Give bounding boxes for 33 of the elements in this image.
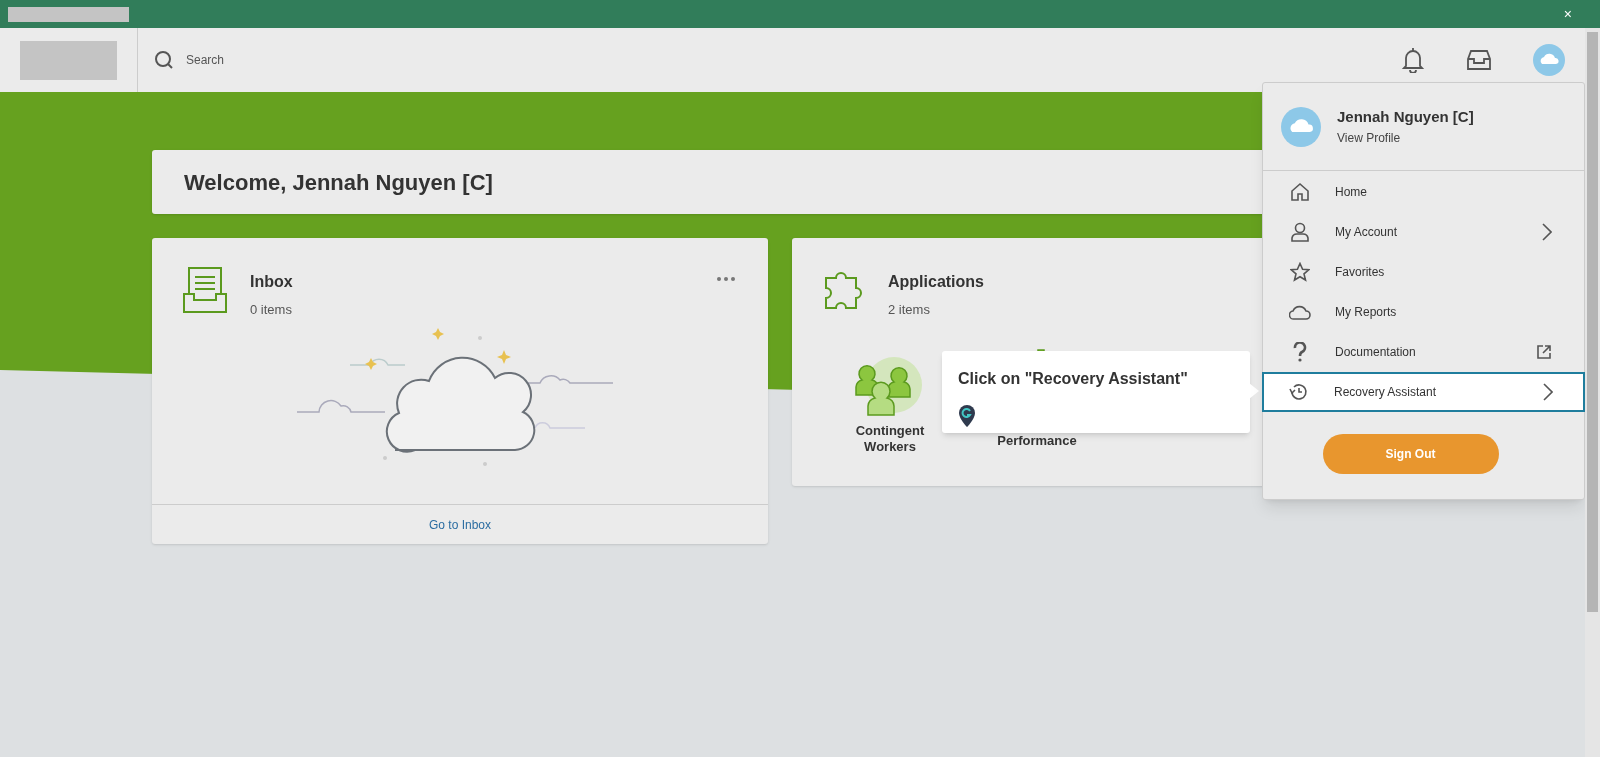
profile-name: Jennah Nguyen [C] (1337, 107, 1474, 128)
inbox-icon[interactable] (1466, 49, 1492, 71)
menu-item[interactable]: My Account (1263, 212, 1584, 252)
person-icon (1290, 222, 1310, 242)
location-pin-icon (958, 404, 976, 428)
avatar-icon (1281, 106, 1321, 147)
more-icon[interactable] (716, 276, 736, 282)
home-icon (1290, 182, 1310, 202)
close-button[interactable]: × (1563, 7, 1592, 21)
menu-item[interactable]: My Reports (1263, 292, 1584, 332)
go-to-inbox-link[interactable]: Go to Inbox (428, 515, 491, 534)
card-title: Inbox (250, 272, 293, 292)
history-icon (1289, 382, 1309, 402)
tooltip-text: Click on "Recovery Assistant" (958, 369, 1189, 389)
item-count: 2 items (888, 301, 931, 319)
search-icon (154, 50, 174, 70)
question-mark-icon (1292, 342, 1308, 362)
bell-icon[interactable] (1401, 47, 1425, 73)
app-label[interactable]: Contingent Workers (845, 422, 935, 455)
welcome-heading: Welcome, Jennah Nguyen [C] (184, 168, 493, 197)
search-field[interactable]: Search (186, 51, 486, 69)
menu-item[interactable]: Favorites (1263, 252, 1584, 292)
inbox-tray-icon (182, 266, 228, 314)
menu-item[interactable]: Documentation (1263, 332, 1584, 372)
star-icon (1290, 262, 1310, 282)
scrollbar-thumb[interactable] (1587, 32, 1598, 612)
menu-item[interactable]: Home (1263, 172, 1584, 212)
app-label[interactable]: Performance (992, 432, 1082, 449)
menu-item[interactable]: Recovery Assistant (1262, 372, 1585, 412)
view-profile-link[interactable]: View Profile (1337, 128, 1474, 147)
cloud-icon (1289, 304, 1311, 320)
card-title: Applications (888, 272, 984, 292)
item-count: 0 items (250, 301, 293, 319)
